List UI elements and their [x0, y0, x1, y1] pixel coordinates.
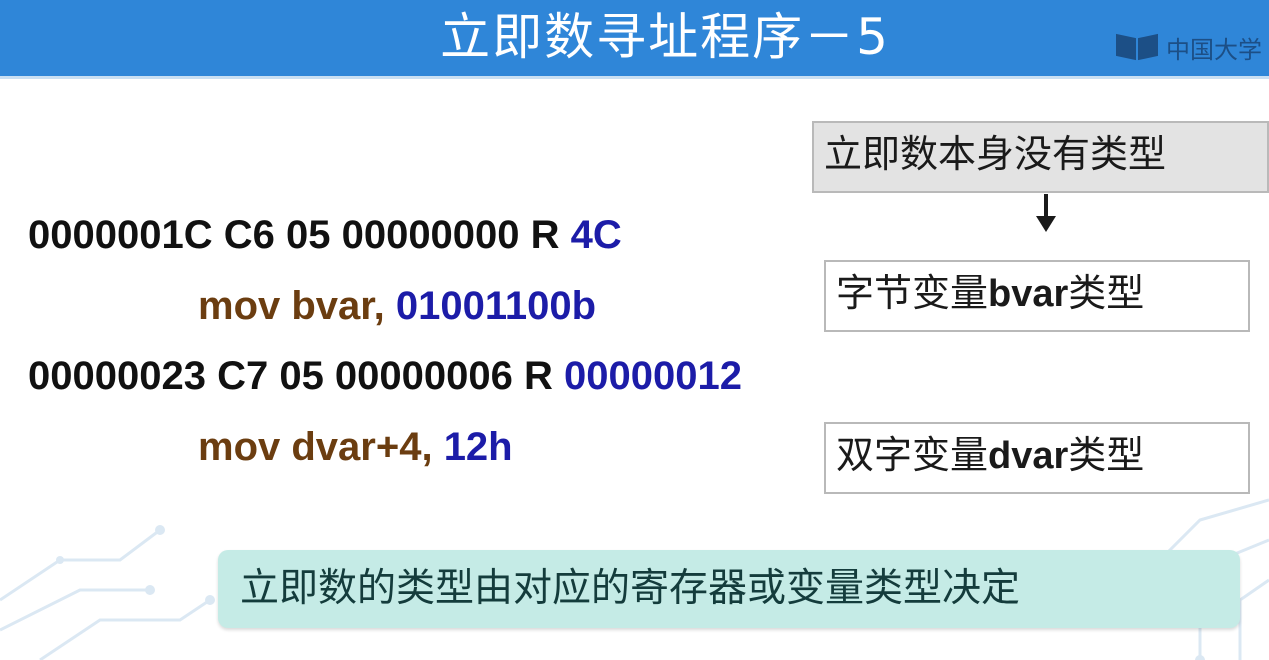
instruction-text: mov bvar,	[198, 284, 396, 328]
note-dword-variable-type: 双字变量dvar类型	[824, 422, 1250, 494]
machine-code-line-2: 00000023 C7 05 00000006 R 00000012	[28, 352, 742, 400]
immediate-value: 4C	[570, 213, 622, 257]
immediate-value: 01001100b	[395, 284, 597, 328]
machine-code-address: 00000023 C7 05 00000006 R	[28, 354, 565, 398]
note-byte-var: bvar	[988, 273, 1069, 315]
immediate-value: 00000012	[564, 354, 742, 398]
note-dword-suffix: 类型	[1068, 433, 1145, 477]
note-byte-variable-type: 字节变量bvar类型	[824, 260, 1250, 332]
note-dword-prefix: 双字变量	[836, 433, 989, 477]
machine-code-address: 0000001C C6 05 00000000 R	[28, 213, 571, 257]
instruction-text: mov dvar+4,	[198, 425, 444, 469]
instruction-line-1: mov bvar, 01001100b	[198, 282, 596, 330]
note-dword-var: dvar	[988, 435, 1069, 477]
machine-code-line-1: 0000001C C6 05 00000000 R 4C	[28, 211, 622, 259]
note-immediate-no-type: 立即数本身没有类型	[812, 121, 1269, 193]
summary-banner: 立即数的类型由对应的寄存器或变量类型决定	[218, 550, 1240, 628]
arrow-down-icon	[1036, 194, 1056, 232]
instruction-line-2: mov dvar+4, 12h	[198, 423, 513, 471]
note-byte-prefix: 字节变量	[836, 271, 989, 315]
immediate-value: 12h	[443, 425, 513, 469]
note-byte-suffix: 类型	[1068, 271, 1145, 315]
